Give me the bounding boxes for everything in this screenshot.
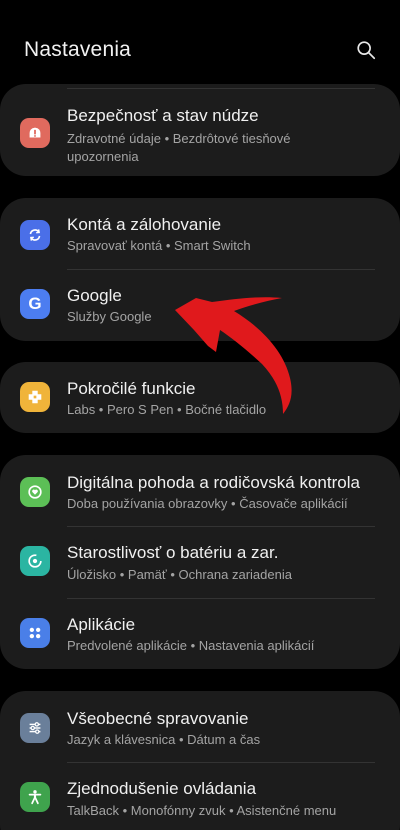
settings-card-accounts: Kontá a zálohovanie Spravovať kontá • Sm… — [0, 198, 400, 341]
settings-item-subtitle: Predvolené aplikácie • Nastavenia apliká… — [67, 638, 315, 653]
settings-item-subtitle: TalkBack • Monofónny zvuk • Asistenčné m… — [67, 803, 337, 818]
settings-item-title: Pokročilé funkcie — [67, 379, 196, 398]
settings-item-title: Bezpečnosť a stav núdze — [67, 106, 259, 125]
sliders-icon — [20, 713, 50, 743]
header: Nastavenia — [0, 0, 400, 82]
settings-item-subtitle: Zdravotné údaje • Bezdrôtové tiesňové up… — [67, 131, 291, 164]
settings-item-subtitle: Spravovať kontá • Smart Switch — [67, 238, 251, 253]
settings-card-wellbeing: Digitálna pohoda a rodičovská kontrola D… — [0, 455, 400, 669]
settings-item-apps[interactable]: Aplikácie Predvolené aplikácie • Nastave… — [0, 599, 400, 669]
settings-card-advanced: Pokročilé funkcie Labs • Pero S Pen • Bo… — [0, 362, 400, 433]
accessibility-icon — [20, 782, 50, 812]
digital-wellbeing-icon — [20, 477, 50, 507]
sync-icon — [20, 220, 50, 250]
settings-item-google[interactable]: G Google Služby Google — [0, 270, 400, 341]
settings-screen: Nastavenia Bezpečnosť a stav núdze Zdrav… — [0, 0, 400, 830]
settings-item-title: Google — [67, 286, 122, 305]
settings-item-advanced[interactable]: Pokročilé funkcie Labs • Pero S Pen • Bo… — [0, 362, 400, 433]
google-icon: G — [20, 289, 50, 319]
search-button[interactable] — [352, 36, 380, 64]
settings-card-general: Všeobecné spravovanie Jazyk a klávesnica… — [0, 691, 400, 830]
settings-item-subtitle: Labs • Pero S Pen • Bočné tlačidlo — [67, 402, 267, 417]
settings-card-safety: Bezpečnosť a stav núdze Zdravotné údaje … — [0, 84, 400, 176]
settings-item-safety[interactable]: Bezpečnosť a stav núdze Zdravotné údaje … — [0, 84, 400, 176]
settings-item-subtitle: Služby Google — [67, 309, 152, 324]
settings-item-subtitle: Doba používania obrazovky • Časovače apl… — [67, 496, 348, 511]
settings-item-title: Aplikácie — [67, 615, 136, 634]
apps-icon — [20, 618, 50, 648]
alert-icon — [20, 118, 50, 148]
settings-item-digital-wellbeing[interactable]: Digitálna pohoda a rodičovská kontrola D… — [0, 455, 400, 526]
settings-item-device-care[interactable]: Starostlivosť o batériu a zar. Úložisko … — [0, 527, 400, 598]
advanced-features-icon — [20, 382, 50, 412]
page-title: Nastavenia — [24, 38, 132, 61]
settings-item-subtitle: Úložisko • Pamäť • Ochrana zariadenia — [67, 567, 292, 582]
device-care-icon — [20, 546, 50, 576]
settings-item-title: Zjednodušenie ovládania — [67, 779, 257, 798]
settings-item-accessibility[interactable]: Zjednodušenie ovládania TalkBack • Monof… — [0, 763, 400, 830]
settings-item-title: Kontá a zálohovanie — [67, 215, 222, 234]
settings-item-general-management[interactable]: Všeobecné spravovanie Jazyk a klávesnica… — [0, 691, 400, 762]
settings-item-title: Všeobecné spravovanie — [67, 709, 249, 728]
search-icon — [357, 41, 376, 60]
settings-item-title: Digitálna pohoda a rodičovská kontrola — [67, 473, 360, 492]
settings-item-accounts[interactable]: Kontá a zálohovanie Spravovať kontá • Sm… — [0, 198, 400, 269]
settings-item-subtitle: Jazyk a klávesnica • Dátum a čas — [67, 732, 261, 747]
settings-item-title: Starostlivosť o batériu a zar. — [67, 543, 279, 562]
